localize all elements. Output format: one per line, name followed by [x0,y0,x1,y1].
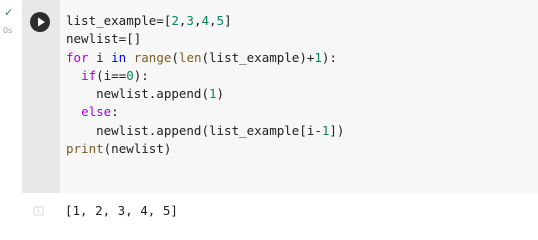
code-token: for [66,49,89,65]
code-line: newlist.append(1) [66,85,344,103]
output-area: [1, 2, 3, 4, 5] [0,193,538,227]
code-token: print [66,141,104,157]
code-token: ) [216,86,225,102]
code-token: 0 [126,67,134,83]
code-token: 1 [209,86,217,102]
code-line: print(newlist) [66,140,344,158]
code-token: (newlist) [103,141,172,157]
run-cell-button[interactable] [30,12,50,32]
code-token: (list_example)+ [201,49,315,65]
code-token: 3 [186,13,194,28]
code-token: range [133,49,172,65]
code-token: list_example=[ [66,13,172,28]
code-token: (i== [96,67,127,83]
code-line: list_example=[2,3,4,5] [66,12,344,30]
code-token: 4 [201,13,210,28]
run-area [22,0,60,193]
code-line: else: [66,103,344,121]
code-token: 5 [216,13,225,28]
success-check-icon: ✓ [4,6,14,19]
code-line: newlist.append(list_example[i-1]) [66,122,344,140]
code-token: ): [133,67,149,83]
code-token: newlist=[] [66,31,142,47]
code-line: if(i==0): [66,67,344,85]
code-token: 2 [171,13,179,28]
execution-time: 0s [3,26,13,35]
play-icon [38,17,45,27]
code-token: i [88,49,112,65]
code-token: len [178,49,202,65]
code-cell[interactable]: ✓ 0s list_example=[2,3,4,5] newlist=[] for… [0,0,538,193]
code-token: ): [321,49,337,65]
code-token: in [111,49,127,65]
code-line: newlist=[] [66,30,344,48]
code-token: if [81,67,97,83]
output-clear-icon[interactable] [33,205,45,217]
code-editor[interactable]: list_example=[2,3,4,5] newlist=[] for i in… [60,0,538,193]
code-token: 1 [314,49,322,65]
output-text: [1, 2, 3, 4, 5] [65,203,178,218]
code-token: ]) [329,122,345,138]
code-text[interactable]: list_example=[2,3,4,5] newlist=[] for i in… [66,12,344,158]
code-token: ( [171,49,179,65]
code-token: : [111,104,119,120]
cell-gutter: ✓ 0s [0,0,22,193]
code-line: for i in range(len(list_example)+1): [66,49,344,67]
code-token: ] [224,13,232,28]
code-token: newlist.append( [66,86,209,102]
code-token: newlist.append(list_example[i- [66,122,322,138]
code-token: else [81,104,112,120]
code-token: , [209,13,217,28]
